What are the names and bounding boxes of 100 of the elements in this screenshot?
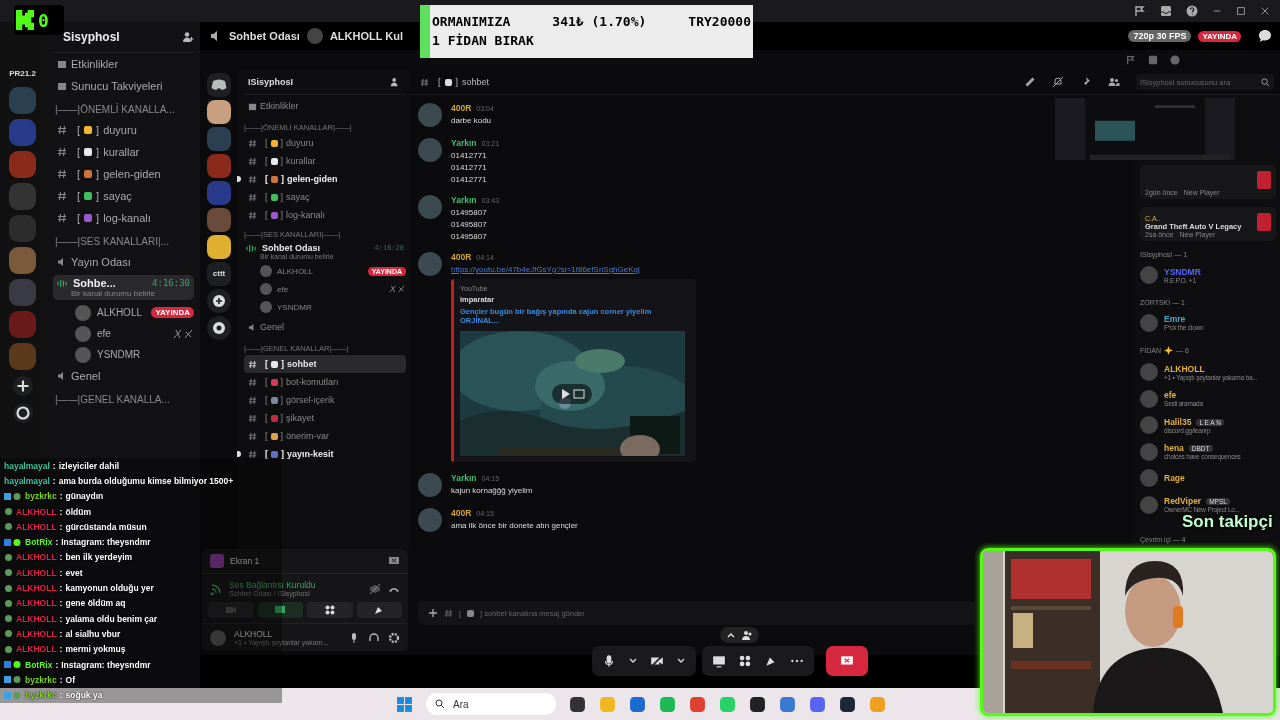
voice-member[interactable]: YSNDMR	[97, 349, 141, 360]
channel-link[interactable]: duyuru	[103, 124, 137, 136]
selected-channel-row[interactable]: [ ] sohbet	[244, 355, 406, 373]
chat-username[interactable]: ALKHOLL	[16, 567, 57, 578]
category-header[interactable]: |——|GENEL KANALLA...	[53, 387, 194, 409]
add-member-icon[interactable]	[182, 31, 194, 43]
chat-username[interactable]: BotRix	[25, 537, 53, 548]
soundboard-button[interactable]	[356, 602, 402, 618]
screen-share-icon[interactable]	[712, 654, 726, 668]
close-icon[interactable]	[1260, 6, 1270, 16]
message-author[interactable]: Yarkın	[451, 138, 477, 148]
member-name[interactable]: Rage	[1164, 473, 1185, 484]
camera-off-icon[interactable]	[650, 654, 664, 668]
channel-link[interactable]: log-kanalı	[103, 212, 151, 224]
server-name[interactable]: ISisyphosI	[248, 77, 293, 87]
server-icon[interactable]	[207, 235, 231, 259]
maximize-icon[interactable]	[1236, 6, 1246, 16]
voice-channel[interactable]: Genel	[71, 370, 101, 382]
noise-suppression-icon[interactable]	[369, 582, 381, 595]
category-header[interactable]: |——|ÖNEMLİ KANALLA...	[53, 97, 194, 119]
server-icon[interactable]: cttt	[207, 262, 231, 286]
category-header[interactable]: |——|SES KANALLARI|...	[53, 229, 194, 251]
member-name[interactable]: Emre	[1164, 314, 1186, 325]
headphones-icon[interactable]	[368, 631, 380, 644]
member-name[interactable]: hena	[1164, 443, 1184, 454]
member-name[interactable]: RedViper	[1164, 496, 1202, 507]
channel-link[interactable]: sayaç	[286, 192, 310, 202]
chat-username[interactable]: ALKHOLL	[16, 598, 57, 609]
stop-stream-icon[interactable]	[388, 555, 400, 567]
flag-icon[interactable]	[1126, 55, 1136, 65]
voice-member[interactable]: efe	[277, 284, 289, 294]
channel-link[interactable]: gelen-giden	[287, 174, 338, 184]
windows-start-icon[interactable]	[396, 695, 413, 713]
menu-item[interactable]: Etkinlikler	[260, 101, 299, 111]
channel-link[interactable]: log-kanalı	[286, 210, 326, 220]
chat-username[interactable]: ALKHOLL	[16, 506, 57, 517]
app-icon[interactable]	[839, 695, 856, 713]
app-icon[interactable]	[749, 695, 766, 713]
chat-username[interactable]: ALKHOLL	[16, 521, 57, 532]
member-name[interactable]: efe	[1164, 390, 1177, 401]
channel-link[interactable]: bot-komutları	[286, 377, 339, 387]
add-server-icon[interactable]	[207, 289, 231, 313]
active-voice-channel[interactable]: Sohbe... 4:16:30 Bir kanal durumu belirle	[53, 275, 194, 300]
message-link[interactable]: https://youtu.be/47b4eJfGsYg?si=1f86efSnSghGeKgj	[451, 265, 696, 274]
message-author[interactable]: Yarkın	[451, 195, 477, 205]
chat-username[interactable]: byzkrkc	[25, 674, 57, 685]
chat-username[interactable]: BotRix	[25, 659, 53, 670]
chat-username[interactable]: ALKHOLL	[16, 644, 57, 655]
channel-link[interactable]: yayın-kesit	[287, 449, 334, 459]
channel-link[interactable]: şikayet	[286, 413, 315, 423]
chat-username[interactable]: ALKHOLL	[16, 613, 57, 624]
member-name[interactable]: Halil35	[1164, 416, 1192, 427]
voice-member[interactable]: YSNDMR	[277, 302, 312, 312]
add-server-icon[interactable]	[11, 375, 34, 397]
activities-button[interactable]	[307, 602, 353, 618]
activities-icon[interactable]	[738, 654, 752, 668]
plus-icon[interactable]	[428, 608, 438, 618]
voice-channel[interactable]: Genel	[260, 322, 285, 332]
app-icon[interactable]	[569, 695, 586, 713]
compass-icon[interactable]	[207, 316, 231, 340]
screen-share-button[interactable]	[257, 602, 303, 618]
chat-username[interactable]: ALKHOLL	[16, 583, 57, 593]
microphone-icon[interactable]	[602, 654, 616, 668]
menu-item[interactable]: Sunucu Takviyeleri	[71, 80, 163, 92]
voice-member[interactable]: ALKHOLL	[277, 266, 314, 276]
member-name[interactable]: YSNDMR	[1164, 266, 1201, 277]
discord-logo-icon[interactable]	[207, 73, 231, 97]
channel-link[interactable]: duyuru	[286, 138, 314, 148]
channel-link[interactable]: gelen-giden	[103, 168, 161, 180]
flag-icon[interactable]	[1134, 5, 1146, 17]
chat-username[interactable]: hayalmayal	[4, 475, 50, 486]
voice-channel[interactable]: Yayın Odası	[71, 256, 131, 268]
play-button-icon[interactable]	[552, 384, 592, 404]
message-author[interactable]: 400R	[451, 252, 472, 262]
channel-link[interactable]: kurallar	[103, 146, 140, 158]
compass-icon[interactable]	[11, 402, 34, 424]
channel-link[interactable]: kurallar	[286, 156, 316, 166]
chat-username[interactable]: hayalmayal	[4, 460, 50, 471]
channel-link[interactable]: görsel-içerik	[286, 395, 335, 405]
message-author[interactable]: Yarkın	[451, 473, 477, 483]
channel-link[interactable]: önerim-var	[286, 431, 330, 441]
server-name[interactable]: Sisyphosl	[53, 30, 120, 44]
add-member-icon[interactable]	[390, 77, 400, 87]
chat-username[interactable]: ALKHOLL	[16, 552, 57, 563]
voice-member[interactable]: ALKHOLL	[97, 307, 143, 318]
channel-link[interactable]: sohbet	[287, 359, 317, 369]
chat-username[interactable]: ALKHOLL	[16, 628, 57, 639]
members-icon[interactable]	[1108, 76, 1120, 88]
server-label[interactable]: PR21.2	[9, 66, 36, 82]
message-author[interactable]: 400R	[451, 103, 472, 113]
channel-link[interactable]: sayaç	[103, 190, 132, 202]
stop-sharing-button[interactable]	[826, 646, 868, 676]
member-name[interactable]: ALKHOLL	[1164, 363, 1205, 374]
participants-button[interactable]	[720, 627, 759, 643]
taskbar-search-field[interactable]: Ara	[426, 693, 556, 715]
server-icon[interactable]	[207, 100, 231, 124]
mute-bell-icon[interactable]	[1052, 76, 1064, 88]
voice-member[interactable]: efe	[97, 328, 111, 339]
chat-username[interactable]: byzkrkc	[25, 491, 57, 502]
menu-item[interactable]: Etkinlikler	[71, 58, 119, 70]
